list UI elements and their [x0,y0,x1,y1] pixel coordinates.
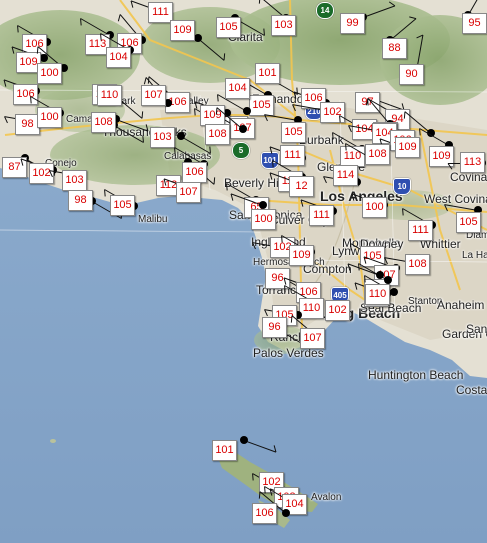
temperature-label[interactable]: 100 [362,197,387,218]
temperature-label[interactable]: 110 [340,146,365,167]
temperature-label[interactable]: 109 [170,20,195,41]
temperature-label[interactable]: 105 [110,195,135,216]
station-dot-icon[interactable] [376,271,384,279]
place-label-costa-mesa: Costa Mesa [456,383,487,397]
temperature-label[interactable]: 105 [281,122,306,143]
station-dot-icon[interactable] [384,276,392,284]
temperature-label[interactable]: 106 [182,162,207,183]
station-dot-icon[interactable] [259,201,267,209]
temperature-label[interactable]: 98 [68,190,93,211]
temperature-label[interactable]: 100 [251,209,276,230]
highway-shield-icon: 101 [261,152,279,169]
highway-shield-icon: 14 [316,2,334,19]
station-dot-icon[interactable] [282,509,290,517]
temperature-label[interactable]: 107 [176,182,201,203]
temperature-label[interactable]: 100 [37,107,62,128]
temperature-label[interactable]: 12 [289,176,314,197]
station-dot-icon[interactable] [390,288,398,296]
temperature-label[interactable]: 105 [216,17,241,38]
temperature-label[interactable]: 106 [252,503,277,524]
temperature-label[interactable]: 109 [395,137,420,158]
temperature-label[interactable]: 105 [456,212,481,233]
temperature-label[interactable]: 106 [13,84,38,105]
temperature-label[interactable]: 111 [408,220,433,241]
temperature-label[interactable]: 101 [212,440,237,461]
temperature-label[interactable]: 95 [462,13,487,34]
temperature-label[interactable]: 88 [382,38,407,59]
highway-shield-icon: 10 [393,178,411,195]
temperature-label[interactable]: 90 [399,64,424,85]
temperature-label[interactable]: 100 [37,63,62,84]
temperature-label[interactable]: 107 [141,85,166,106]
temperature-label[interactable]: 96 [262,317,287,338]
temperature-label[interactable]: 109 [200,105,225,126]
temperature-label[interactable]: 108 [91,112,116,133]
temperature-label[interactable]: 108 [405,254,430,275]
temperature-label[interactable]: 102 [320,102,345,123]
station-dot-icon[interactable] [243,107,251,115]
temperature-label[interactable]: 105 [249,95,274,116]
temperature-label[interactable]: 108 [365,144,390,165]
temperature-label[interactable]: 108 [205,124,230,145]
temperature-label[interactable]: 111 [280,145,305,166]
station-dot-icon[interactable] [194,34,202,42]
temperature-label[interactable]: 101 [255,63,280,84]
place-label-avalon: Avalon [311,492,342,503]
temperature-label[interactable]: 103 [62,170,87,191]
highway-shield-icon: 5 [232,142,250,159]
map-canvas[interactable]: Clarita Fernando park alley Camarillo Thousan… [0,0,487,543]
temperature-label[interactable]: 114 [333,165,358,186]
place-label-la-habra: La Habra [462,250,487,261]
temperature-label[interactable]: 110 [299,298,324,319]
station-dot-icon[interactable] [240,436,248,444]
temperature-label[interactable]: 104 [225,78,250,99]
temperature-label[interactable]: 113 [460,152,485,173]
place-label-huntington-beach: Huntington Beach [368,368,464,382]
temperature-label[interactable]: 104 [106,47,131,68]
place-label-malibu: Malibu [138,214,168,225]
temperature-label[interactable]: 99 [340,13,365,34]
temperature-label[interactable]: 110 [365,284,390,305]
place-label-west-covina: West Covina [424,192,487,206]
temperature-label[interactable]: 103 [150,127,175,148]
place-label-santa-ana: Santa Ana [466,322,487,336]
temperature-label[interactable]: 111 [309,205,334,226]
station-dot-icon[interactable] [177,132,185,140]
temperature-label[interactable]: 103 [271,15,296,36]
station-dot-icon[interactable] [239,125,247,133]
temperature-label[interactable]: 107 [300,328,325,349]
place-label-anaheim: Anaheim [437,298,485,312]
temperature-label[interactable]: 102 [325,300,350,321]
temperature-label[interactable]: 110 [97,85,122,106]
temperature-label[interactable]: 109 [289,245,314,266]
